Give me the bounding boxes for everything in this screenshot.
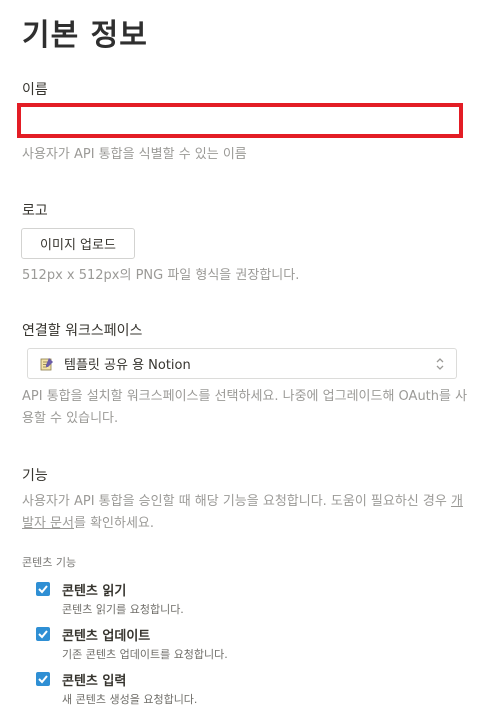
checkbox-update-content[interactable] bbox=[36, 627, 50, 641]
notion-template-icon bbox=[40, 357, 54, 371]
checkbox-read-content[interactable] bbox=[36, 582, 50, 596]
insert-content-desc: 새 콘텐츠 생성을 요청합니다. bbox=[62, 693, 198, 706]
workspace-select[interactable]: 템플릿 공유 용 Notion bbox=[27, 348, 457, 379]
workspace-label: 연결할 워크스페이스 bbox=[22, 323, 143, 339]
features-label: 기능 bbox=[22, 468, 48, 484]
name-input[interactable] bbox=[17, 103, 463, 138]
workspace-hint: API 통합을 설치할 워크스페이스를 선택하세요. 나중에 업그레이드해 OA… bbox=[22, 389, 468, 426]
basic-info-page: 기본 정보 이름 사용자가 API 통합을 식별할 수 있는 이름 로고 이미지… bbox=[0, 0, 504, 716]
checkbox-insert-content[interactable] bbox=[36, 672, 50, 686]
content-features-heading: 콘텐츠 기능 bbox=[22, 556, 77, 569]
read-content-label: 콘텐츠 읽기 bbox=[62, 584, 127, 599]
upload-image-button[interactable]: 이미지 업로드 bbox=[21, 228, 135, 259]
name-hint: 사용자가 API 통합을 식별할 수 있는 이름 bbox=[22, 147, 247, 162]
logo-label: 로고 bbox=[22, 203, 48, 219]
update-content-desc: 기존 콘텐츠 업데이트를 요청합니다. bbox=[62, 648, 228, 661]
logo-hint: 512px x 512px의 PNG 파일 형식을 권장합니다. bbox=[22, 268, 300, 283]
chevron-up-down-icon bbox=[434, 356, 446, 372]
features-hint-end: 를 확인하세요. bbox=[73, 516, 155, 531]
update-content-label: 콘텐츠 업데이트 bbox=[62, 629, 151, 644]
page-title: 기본 정보 bbox=[22, 18, 148, 53]
features-hint: 사용자가 API 통합을 승인할 때 해당 기능을 요청합니다. 도움이 필요하… bbox=[22, 491, 472, 535]
workspace-selected: 템플릿 공유 용 Notion bbox=[64, 358, 191, 373]
read-content-desc: 콘텐츠 읽기를 요청합니다. bbox=[62, 603, 184, 616]
insert-content-label: 콘텐츠 입력 bbox=[62, 674, 127, 689]
features-hint-text: 사용자가 API 통합을 승인할 때 해당 기능을 요청합니다. 도움이 필요하… bbox=[22, 494, 451, 509]
name-label: 이름 bbox=[22, 82, 48, 98]
